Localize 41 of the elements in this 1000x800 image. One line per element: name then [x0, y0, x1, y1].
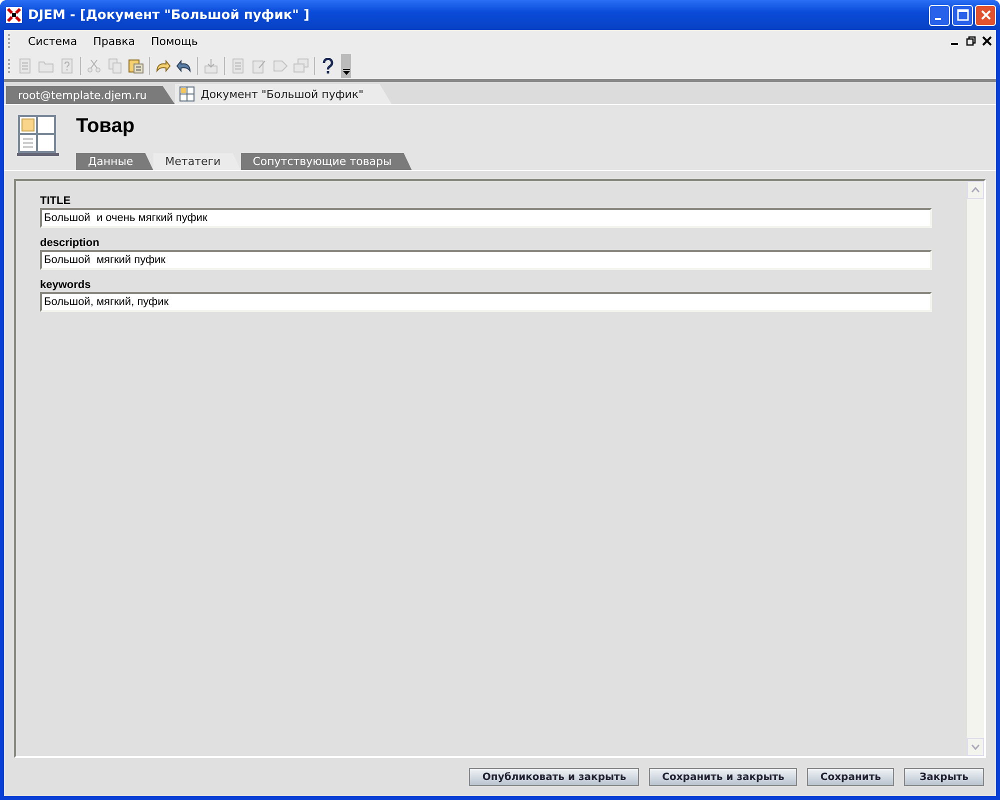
- field-label: description: [40, 237, 100, 250]
- action-button[interactable]: Опубликовать и закрыть: [469, 768, 640, 786]
- scroll-down-button[interactable]: [967, 738, 984, 756]
- form-tab[interactable]: Данные: [76, 153, 154, 170]
- scrollbar[interactable]: [967, 181, 984, 756]
- redo-icon[interactable]: [155, 58, 171, 74]
- caret-icon: [342, 68, 350, 74]
- menu-item[interactable]: Система: [28, 34, 78, 48]
- scroll-up-button[interactable]: [967, 181, 984, 199]
- maximize-icon: [956, 9, 968, 21]
- menu-item[interactable]: Правка: [93, 34, 135, 48]
- undo-icon[interactable]: [176, 58, 192, 74]
- help-icon[interactable]: [320, 58, 336, 74]
- maximize-button[interactable]: [952, 4, 973, 26]
- action-button[interactable]: Закрыть: [904, 768, 984, 786]
- field-label: keywords: [40, 279, 92, 292]
- form-tab[interactable]: Сопутствующие товары: [240, 153, 412, 170]
- text-field[interactable]: Большой мягкий пуфик: [40, 250, 932, 270]
- grip-icon: [8, 34, 12, 48]
- document-tab[interactable]: root@template.djem.ru: [6, 86, 175, 104]
- text-field[interactable]: Большой и очень мягкий пуфик: [40, 208, 932, 228]
- app-logo-icon: [6, 7, 22, 23]
- overflow-button[interactable]: [341, 54, 351, 78]
- text-field[interactable]: Большой, мягкий, пуфик: [40, 292, 932, 312]
- close-icon: [980, 9, 992, 21]
- form-tab[interactable]: Метатеги: [153, 153, 241, 170]
- close-icon[interactable]: [982, 36, 992, 46]
- document-icon: [16, 113, 60, 157]
- window-title: DJEM - [Документ "Большой пуфик" ]: [28, 8, 310, 22]
- close-button[interactable]: [975, 4, 996, 26]
- paste-icon[interactable]: [128, 58, 144, 74]
- action-button[interactable]: Сохранить и закрыть: [649, 768, 798, 786]
- restore-icon[interactable]: [966, 36, 976, 46]
- grip-icon: [8, 58, 12, 72]
- minimize-button[interactable]: [929, 4, 950, 26]
- page-title: Товар: [76, 115, 136, 139]
- document-tab[interactable]: Документ "Большой пуфик": [174, 84, 392, 104]
- menu-item[interactable]: Помощь: [150, 34, 198, 48]
- action-button[interactable]: Сохранить: [807, 768, 894, 786]
- minimize-icon: [934, 18, 940, 20]
- field-label: TITLE: [40, 195, 72, 208]
